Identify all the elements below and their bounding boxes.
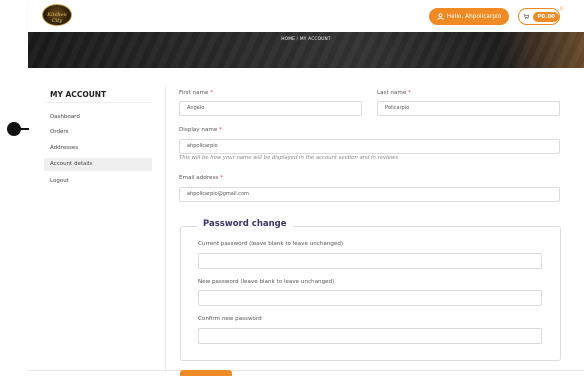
current-password-field[interactable] — [198, 253, 542, 269]
last-name-label-text: Last name — [377, 90, 407, 96]
required-marker: * — [408, 90, 411, 96]
display-name-label-text: Display name — [179, 127, 218, 133]
pointer-line — [20, 128, 29, 130]
footer-divider — [28, 370, 584, 371]
sidebar-item-dashboard[interactable]: Dashboard — [44, 111, 152, 124]
display-name-field[interactable]: ahpolicarpio — [179, 139, 560, 154]
site-logo[interactable]: Kitchen City — [42, 4, 72, 26]
content-divider — [165, 84, 166, 373]
sidebar-item-logout[interactable]: Logout — [44, 175, 152, 188]
new-password-label: New password (leave blank to leave uncha… — [198, 279, 335, 285]
required-marker: * — [210, 90, 213, 96]
user-icon — [437, 13, 444, 20]
first-name-field[interactable]: Angelo — [179, 101, 362, 116]
first-name-label: First name * — [179, 90, 213, 96]
save-changes-button[interactable] — [180, 370, 232, 376]
cart-total: P0.00 — [533, 11, 559, 22]
cart-icon — [523, 14, 530, 20]
account-button[interactable]: Hello, Ahpolicarpio — [429, 8, 509, 25]
cart-count-badge: 0 — [560, 6, 563, 11]
required-marker: * — [219, 127, 222, 133]
last-name-field[interactable]: Policarpio — [377, 101, 560, 116]
account-greeting: Hello, Ahpolicarpio — [446, 13, 502, 20]
email-label: Email address * — [179, 175, 223, 181]
pointer-dot — [7, 122, 21, 136]
top-header: Kitchen City Hello, Ahpolicarpio P0.00 0 — [28, 2, 584, 32]
email-label-text: Email address — [179, 175, 219, 181]
cart-button[interactable]: P0.00 — [518, 8, 560, 25]
email-field[interactable]: ahpolicarpio@gmail.com — [179, 187, 560, 202]
sidebar-item-orders[interactable]: Orders — [44, 126, 152, 139]
required-marker: * — [220, 175, 223, 181]
sidebar-heading: MY ACCOUNT — [50, 90, 107, 99]
last-name-label: Last name * — [377, 90, 411, 96]
first-name-label-text: First name — [179, 90, 209, 96]
current-password-label: Current password (leave blank to leave u… — [198, 241, 344, 247]
display-name-hint: This will be how your name will be displ… — [179, 155, 398, 161]
logo-text: Kitchen City — [47, 12, 67, 24]
breadcrumb[interactable]: HOME / MY ACCOUNT — [28, 37, 584, 42]
sidebar-item-addresses[interactable]: Addresses — [44, 142, 152, 155]
sidebar-divider — [44, 102, 152, 103]
new-password-field[interactable] — [198, 290, 542, 306]
display-name-label: Display name * — [179, 127, 222, 133]
sidebar-item-account-details[interactable]: Account details — [44, 158, 152, 171]
page-banner: HOME / MY ACCOUNT — [28, 32, 584, 68]
password-change-heading: Password change — [197, 219, 293, 229]
confirm-password-field[interactable] — [198, 328, 542, 344]
confirm-password-label: Confirm new password — [198, 316, 262, 322]
